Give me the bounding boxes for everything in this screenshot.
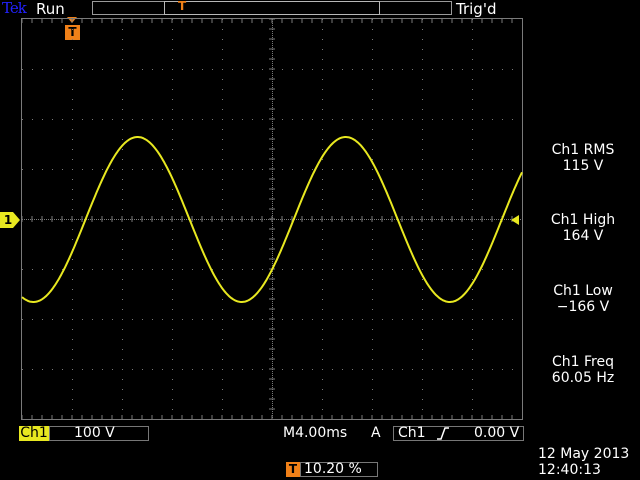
measurement-ch1-freq: Ch1 Freq 60.05 Hz <box>528 354 638 386</box>
trigger-position-offset: 10.20 % <box>304 461 362 477</box>
measurement-label: Ch1 Low <box>553 283 613 299</box>
measurement-ch1-high: Ch1 High 164 V <box>528 212 638 244</box>
trigger-status: Trig'd <box>456 0 497 18</box>
measurement-ch1-rms: Ch1 RMS 115 V <box>528 142 638 174</box>
record-trigger-marker: T <box>178 0 187 13</box>
measurement-value: −166 V <box>556 299 610 315</box>
record-bar-right <box>380 1 452 15</box>
ch1-badge[interactable]: Ch1 <box>19 426 49 441</box>
trigger-mode: A <box>371 425 381 441</box>
date-readout: 12 May 2013 <box>538 446 630 462</box>
trigger-level: 0.00 V <box>474 425 520 441</box>
acquisition-status: Run <box>36 0 65 18</box>
measurement-label: Ch1 Freq <box>552 354 614 370</box>
measurement-label: Ch1 RMS <box>551 142 615 158</box>
measurement-label: Ch1 High <box>550 212 616 228</box>
trigger-offset-badge: T <box>286 462 300 477</box>
record-bar-left <box>92 1 164 15</box>
horizontal-timebase: M4.00ms <box>283 425 348 441</box>
measurement-value: 164 V <box>562 228 604 244</box>
rising-edge-icon <box>437 427 449 440</box>
brand-logo: Tek <box>2 0 27 17</box>
ch1-vertical-scale: 100 V <box>74 425 115 441</box>
record-view-window <box>164 1 380 15</box>
measurement-ch1-low: Ch1 Low −166 V <box>528 283 638 315</box>
ch1-ground-label: 1 <box>3 213 13 227</box>
trigger-source: Ch1 <box>398 425 426 441</box>
time-readout: 12:40:13 <box>538 462 601 478</box>
scope-graticule <box>21 18 523 420</box>
trigger-level-arrow-icon[interactable] <box>511 215 519 225</box>
measurement-value: 115 V <box>562 158 604 174</box>
measurement-value: 60.05 Hz <box>551 370 615 386</box>
